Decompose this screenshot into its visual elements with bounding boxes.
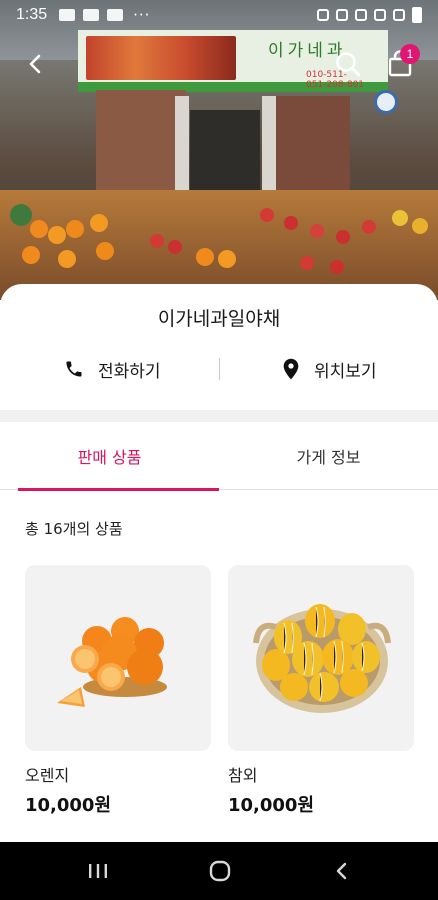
recent-apps-icon [89,864,107,878]
store-actions: 전화하기 위치보기 [0,354,438,384]
product-price: 10,000원 [25,795,112,816]
notification-icons [59,9,124,21]
back-arrow-icon [29,54,41,74]
actions-divider [219,358,220,380]
battery-icon [412,7,422,23]
system-back-button[interactable] [302,842,382,900]
location-pin-icon [283,358,299,380]
call-button[interactable]: 전화하기 [64,354,161,384]
mute-icon [336,9,348,21]
recent-apps-button[interactable] [58,842,138,900]
home-button[interactable] [180,842,260,900]
search-button[interactable] [330,46,366,82]
search-icon [336,52,361,77]
product-name: 참외 [228,766,258,785]
message-notification-icon [83,9,100,21]
product-count: 총 16개의 상품 [25,520,123,538]
wifi-icon [355,9,367,21]
store-info-card: 이가네과일야채 전화하기 위치보기 [0,284,438,410]
product-price: 10,000원 [228,795,315,816]
alarm-icon [317,9,329,21]
more-notifications-icon: ··· [133,6,151,24]
volte-icon [374,9,386,21]
store-page: 이가네과 010-511- 051-208-801 1:35 ··· 1 이가네… [0,0,438,900]
app-notification-icon [107,9,124,21]
image-notification-icon [59,9,76,21]
system-nav-bar [0,842,438,900]
status-time: 1:35 [16,6,48,23]
product-image [25,565,211,751]
back-icon [336,862,347,880]
status-bar: 1:35 ··· [0,0,438,30]
tab-store-info[interactable]: 가게 정보 [219,422,438,490]
cart-count-badge: 1 [400,44,420,64]
product-name: 오렌지 [25,766,70,785]
tab-bar: 판매 상품 가게 정보 [0,422,438,491]
store-photo: 이가네과 010-511- 051-208-801 [0,0,438,300]
section-separator [0,410,438,422]
home-icon [209,860,231,882]
tab-products[interactable]: 판매 상품 [0,422,219,491]
store-name: 이가네과일야채 [157,308,281,330]
call-label: 전화하기 [98,361,161,382]
location-label: 위치보기 [314,361,377,382]
product-image [228,565,414,751]
system-icons [317,7,422,23]
orange-image [57,617,167,707]
location-button[interactable]: 위치보기 [282,354,377,384]
product-card-orange[interactable]: 오렌지 10,000원 [25,565,211,817]
cart-button[interactable]: 1 [382,44,420,82]
korean-melon-image [253,604,391,713]
phone-icon [66,361,82,377]
product-card-melon[interactable]: 참외 10,000원 [228,565,414,817]
signal-icon [393,9,405,21]
back-button[interactable] [18,46,54,82]
sign-circle [374,90,398,114]
